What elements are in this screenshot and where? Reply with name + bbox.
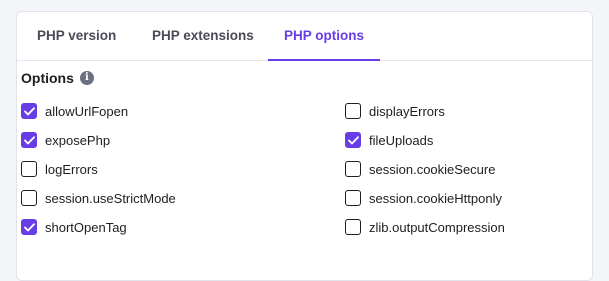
- option-label: session.cookieSecure: [369, 161, 496, 177]
- tab-php-extensions[interactable]: PHP extensions: [152, 12, 254, 60]
- checkbox[interactable]: [345, 161, 361, 177]
- check-icon: [347, 135, 359, 144]
- option-exposephp[interactable]: exposePhp: [21, 131, 110, 149]
- option-logerrors[interactable]: logErrors: [21, 160, 98, 178]
- option-session-cookiehttponly[interactable]: session.cookieHttponly: [345, 189, 502, 207]
- option-allowurlfopen[interactable]: allowUrlFopen: [21, 102, 128, 120]
- options-heading: Options i: [21, 70, 94, 86]
- option-fileuploads[interactable]: fileUploads: [345, 131, 433, 149]
- checkbox[interactable]: [345, 132, 361, 148]
- option-label: fileUploads: [369, 132, 434, 148]
- tab-php-options[interactable]: PHP options: [268, 12, 380, 61]
- checkbox[interactable]: [21, 161, 37, 177]
- tab-php-version[interactable]: PHP version: [37, 12, 116, 60]
- checkbox[interactable]: [21, 132, 37, 148]
- checkbox[interactable]: [345, 219, 361, 235]
- option-displayerrors[interactable]: displayErrors: [345, 102, 445, 120]
- option-label: session.useStrictMode: [45, 190, 176, 206]
- option-label: allowUrlFopen: [45, 103, 129, 119]
- option-label: displayErrors: [369, 103, 445, 119]
- checkbox[interactable]: [345, 190, 361, 206]
- option-label: shortOpenTag: [45, 219, 127, 235]
- options-heading-label: Options: [21, 70, 74, 86]
- check-icon: [23, 135, 35, 144]
- checkbox[interactable]: [21, 103, 37, 119]
- option-label: exposePhp: [45, 132, 111, 148]
- checkbox[interactable]: [21, 190, 37, 206]
- option-label: logErrors: [45, 161, 98, 177]
- option-session-usestrictmode[interactable]: session.useStrictMode: [21, 189, 176, 207]
- option-label: session.cookieHttponly: [369, 190, 502, 206]
- tab-bar: PHP version PHP extensions PHP options: [17, 12, 592, 61]
- info-icon[interactable]: i: [79, 71, 94, 85]
- option-session-cookiesecure[interactable]: session.cookieSecure: [345, 160, 495, 178]
- check-icon: [23, 106, 35, 115]
- option-shortopentag[interactable]: shortOpenTag: [21, 218, 127, 236]
- option-label: zlib.outputCompression: [369, 219, 505, 235]
- checkbox[interactable]: [21, 219, 37, 235]
- option-zlib-outputcompression[interactable]: zlib.outputCompression: [345, 218, 505, 236]
- check-icon: [23, 222, 35, 231]
- checkbox[interactable]: [345, 103, 361, 119]
